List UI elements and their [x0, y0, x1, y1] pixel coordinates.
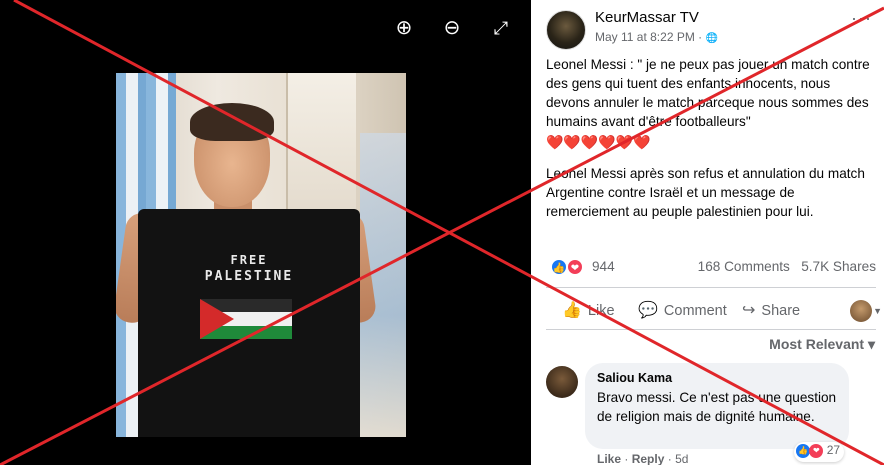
- share-arrow-icon: ↪: [742, 302, 756, 319]
- tshirt-text-line1: FREE: [230, 253, 268, 267]
- comment-age[interactable]: 5d: [675, 452, 688, 465]
- divider-bottom: [546, 329, 876, 330]
- comments-shares-summary: 168 Comments 5.7K Shares: [698, 259, 876, 274]
- globe-icon: 🌐: [705, 33, 718, 44]
- reaction-as-avatar[interactable]: [850, 300, 872, 322]
- chevron-down-icon[interactable]: ▼: [873, 306, 882, 316]
- divider-top: [546, 287, 876, 288]
- comment-reactions[interactable]: 👍 ❤ 27: [794, 442, 845, 462]
- love-reaction-icon: ❤: [566, 258, 584, 276]
- comment-bubble: Saliou Kama Bravo messi. Ce n'est pas un…: [585, 363, 849, 449]
- like-label: Like: [587, 303, 615, 319]
- post-text: Leonel Messi : " je ne peux pas jouer un…: [546, 55, 876, 221]
- comment-text: Bravo messi. Ce n'est pas une question d…: [597, 390, 837, 424]
- comment-sort-dropdown[interactable]: Most Relevant ▾: [769, 336, 875, 353]
- page-name[interactable]: KeurMassar TV: [595, 9, 699, 26]
- separator-dot: ·: [698, 30, 706, 44]
- comment-like-link[interactable]: Like: [597, 452, 621, 465]
- comment-footer: Like · Reply · 5d: [597, 452, 689, 465]
- zoom-in-icon[interactable]: ⊕: [390, 14, 418, 42]
- shares-count[interactable]: 5.7K Shares: [801, 259, 876, 274]
- tshirt-text-line2: PALESTINE: [204, 269, 294, 284]
- share-button[interactable]: ↪ Share: [742, 300, 800, 320]
- action-bar: 👍 Like 💬 Comment ↪ Share ▼: [546, 296, 882, 326]
- fullscreen-icon[interactable]: ⤢: [487, 14, 515, 42]
- palestine-flag-print: [200, 299, 292, 339]
- more-options-icon[interactable]: ···: [851, 8, 872, 29]
- post-paragraph-1: Leonel Messi : " je ne peux pas jouer un…: [546, 57, 870, 129]
- zoom-out-icon[interactable]: ⊖: [438, 14, 466, 42]
- post-paragraph-2: Leonel Messi après son refus et annulati…: [546, 166, 865, 219]
- commenter-avatar[interactable]: [546, 366, 578, 398]
- comments-count[interactable]: 168 Comments: [698, 259, 790, 274]
- page-avatar[interactable]: [546, 10, 586, 50]
- like-reaction-icon: 👍: [796, 443, 810, 458]
- thumbs-up-icon: 👍: [562, 302, 582, 319]
- post-meta: May 11 at 8:22 PM · 🌐: [595, 30, 718, 44]
- comment-reaction-count: 27: [826, 443, 841, 457]
- reactions-summary: 👍 ❤ 944 168 Comments 5.7K Shares: [546, 258, 876, 278]
- person-hair: [190, 103, 274, 141]
- hearts-emoji: ❤️❤️❤️❤️❤️❤️: [546, 134, 651, 150]
- comment-author[interactable]: Saliou Kama: [597, 371, 837, 385]
- post-panel: KeurMassar TV May 11 at 8:22 PM · 🌐 ··· …: [531, 0, 884, 465]
- photo-viewer: FREE PALESTINE ⊕ ⊖ ⤢: [0, 0, 531, 465]
- share-label: Share: [761, 303, 801, 319]
- held-tshirt: FREE PALESTINE: [138, 209, 360, 437]
- speech-bubble-icon: 💬: [638, 302, 658, 319]
- like-button[interactable]: 👍 Like: [562, 300, 615, 320]
- post-photo[interactable]: FREE PALESTINE: [116, 73, 406, 437]
- comment-button[interactable]: 💬 Comment: [638, 300, 727, 320]
- comment-reply-link[interactable]: Reply: [632, 452, 665, 465]
- reactions-count[interactable]: 944: [592, 259, 615, 274]
- comment-label: Comment: [663, 303, 727, 319]
- love-reaction-icon: ❤: [809, 443, 824, 458]
- post-date[interactable]: May 11 at 8:22 PM: [595, 30, 695, 44]
